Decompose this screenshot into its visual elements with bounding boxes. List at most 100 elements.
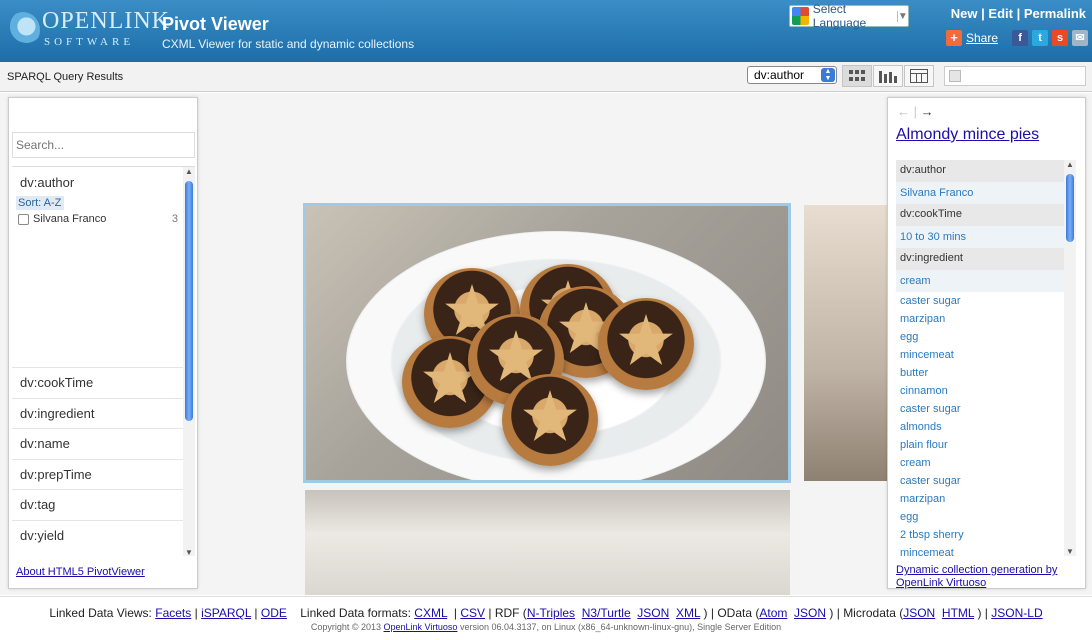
ingredient-link[interactable]: cream: [896, 270, 1064, 292]
item-tile[interactable]: [305, 490, 790, 595]
logo-text: OPENLINK: [42, 8, 170, 34]
csv-link[interactable]: CSV: [460, 606, 485, 620]
property-value-link[interactable]: Silvana Franco: [896, 182, 1064, 204]
ingredient-link[interactable]: cream: [896, 454, 1064, 472]
permalink-link[interactable]: Permalink: [1024, 6, 1086, 21]
app-header: OPENLINK SOFTWARE Pivot Viewer CXML View…: [0, 0, 1092, 62]
microdata-html-link[interactable]: HTML: [942, 606, 974, 620]
share-link[interactable]: Share: [966, 31, 998, 45]
ingredient-link[interactable]: egg: [896, 508, 1064, 526]
microdata-json-link[interactable]: JSON: [903, 606, 935, 620]
facet-cooktime[interactable]: dv:cookTime: [12, 367, 185, 398]
cxml-link[interactable]: CXML: [414, 606, 447, 620]
ntriples-link[interactable]: N-Triples: [527, 606, 575, 620]
facet-preptime[interactable]: dv:prepTime: [12, 459, 185, 490]
openlink-logo[interactable]: OPENLINK SOFTWARE: [6, 8, 169, 52]
facets-link[interactable]: Facets: [155, 606, 191, 620]
facet-scrollbar-thumb[interactable]: [185, 181, 193, 421]
virtuoso-footer-link[interactable]: OpenLink Virtuoso: [384, 622, 458, 632]
item-title-link[interactable]: Almondy mince pies: [896, 126, 1039, 144]
grid-view-button[interactable]: [842, 65, 872, 87]
ingredient-link[interactable]: egg: [896, 328, 1064, 346]
facet-tag[interactable]: dv:tag: [12, 489, 185, 520]
language-label: Select Language: [812, 2, 867, 30]
ingredient-link[interactable]: 2 tbsp sherry: [896, 526, 1064, 544]
detail-scrollbar[interactable]: ▲ ▼: [1064, 160, 1076, 556]
grid-icon: [849, 70, 865, 81]
facet-value-checkbox[interactable]: [18, 213, 29, 225]
ingredient-link[interactable]: almonds: [896, 418, 1064, 436]
footer-links: Linked Data Views: Facets | iSPARQL | OD…: [49, 606, 1043, 620]
n3-turtle-link[interactable]: N3/Turtle: [582, 606, 631, 620]
facet-yield[interactable]: dv:yield: [12, 520, 185, 551]
facet-ingredient[interactable]: dv:ingredient: [12, 398, 185, 429]
isparql-link[interactable]: iSPARQL: [201, 606, 251, 620]
rdf-json-link[interactable]: JSON: [637, 606, 669, 620]
ode-link[interactable]: ODE: [261, 606, 287, 620]
scroll-down-icon[interactable]: ▼: [183, 548, 195, 556]
copyright: Copyright © 2013 OpenLink Virtuoso versi…: [0, 622, 1092, 632]
facet-list: dv:author Sort: A-Z Silvana Franco 3 dv:…: [12, 166, 195, 556]
json-ld-link[interactable]: JSON-LD: [991, 606, 1042, 620]
selected-item-tile[interactable]: [303, 203, 791, 483]
ingredient-link[interactable]: mincemeat: [896, 544, 1064, 556]
ingredient-link[interactable]: marzipan: [896, 490, 1064, 508]
bar-chart-icon: [879, 71, 897, 83]
scroll-down-icon[interactable]: ▼: [1064, 547, 1076, 556]
property-value-link[interactable]: 10 to 30 mins: [896, 226, 1064, 248]
virtuoso-link[interactable]: Dynamic collection generation by OpenLin…: [896, 564, 1076, 590]
item-nav: ← | →: [897, 104, 934, 119]
twitter-icon[interactable]: t: [1032, 30, 1049, 46]
bar-view-button[interactable]: [873, 65, 903, 87]
new-link[interactable]: New: [951, 6, 978, 21]
rdf-xml-link[interactable]: XML: [676, 606, 700, 620]
formats-label: Linked Data formats:: [300, 606, 411, 620]
email-icon[interactable]: ✉: [1072, 30, 1089, 46]
property-name: dv:cookTime: [896, 204, 1064, 226]
logo-subtext: SOFTWARE: [44, 36, 135, 48]
facet-sort-toggle[interactable]: Sort: A-Z: [16, 196, 64, 210]
table-icon: [910, 69, 928, 83]
facet-author-header[interactable]: dv:author: [20, 175, 74, 190]
ingredient-link[interactable]: caster sugar: [896, 472, 1064, 490]
item-tile[interactable]: [804, 205, 894, 481]
version-text: version 06.04.3137, on Linux (x86_64-unk…: [459, 622, 782, 632]
zoom-slider[interactable]: [944, 66, 1086, 86]
zoom-slider-handle[interactable]: [949, 70, 961, 82]
mince-pie-image: [502, 374, 598, 466]
detail-panel: ← | → Almondy mince pies dv:author Silva…: [887, 97, 1086, 589]
next-arrow-icon[interactable]: →: [921, 104, 934, 119]
ingredient-link[interactable]: plain flour: [896, 436, 1064, 454]
scroll-up-icon[interactable]: ▲: [183, 167, 195, 176]
table-view-button[interactable]: [904, 65, 934, 87]
stumbleupon-icon[interactable]: s: [1052, 30, 1069, 46]
facet-scrollbar[interactable]: ▲ ▼: [183, 167, 195, 556]
share-bar: + Share f t s ✉: [946, 30, 1089, 46]
page-footer: Linked Data Views: Facets | iSPARQL | OD…: [0, 596, 1092, 640]
facet-value-item[interactable]: Silvana Franco 3: [18, 213, 178, 225]
language-select[interactable]: Select Language ▼: [789, 2, 909, 30]
ingredient-link[interactable]: cinnamon: [896, 382, 1064, 400]
share-plus-icon[interactable]: +: [946, 30, 962, 46]
odata-label: OData (: [717, 606, 760, 620]
ingredient-link[interactable]: caster sugar: [896, 400, 1064, 418]
facebook-icon[interactable]: f: [1012, 30, 1029, 46]
ingredient-link[interactable]: butter: [896, 364, 1064, 382]
scroll-up-icon[interactable]: ▲: [1064, 160, 1076, 169]
microdata-label: Microdata (: [843, 606, 904, 620]
facet-value-count: 3: [171, 213, 178, 225]
edit-link[interactable]: Edit: [988, 6, 1013, 21]
ingredient-link[interactable]: marzipan: [896, 310, 1064, 328]
detail-properties: dv:author Silvana Franco dv:cookTime 10 …: [896, 160, 1064, 556]
copyright-text: Copyright © 2013: [310, 622, 382, 632]
facet-name[interactable]: dv:name: [12, 428, 185, 459]
detail-scrollbar-thumb[interactable]: [1066, 174, 1074, 242]
about-pivotviewer-link[interactable]: About HTML5 PivotViewer: [16, 566, 145, 578]
odata-atom-link[interactable]: Atom: [759, 606, 787, 620]
search-input[interactable]: [12, 132, 195, 158]
ingredient-link[interactable]: caster sugar: [896, 292, 1064, 310]
sort-select[interactable]: dv:author ▲ ▼: [747, 66, 837, 84]
odata-json-link[interactable]: JSON: [794, 606, 826, 620]
prev-arrow-icon[interactable]: ←: [897, 104, 910, 119]
ingredient-link[interactable]: mincemeat: [896, 346, 1064, 364]
